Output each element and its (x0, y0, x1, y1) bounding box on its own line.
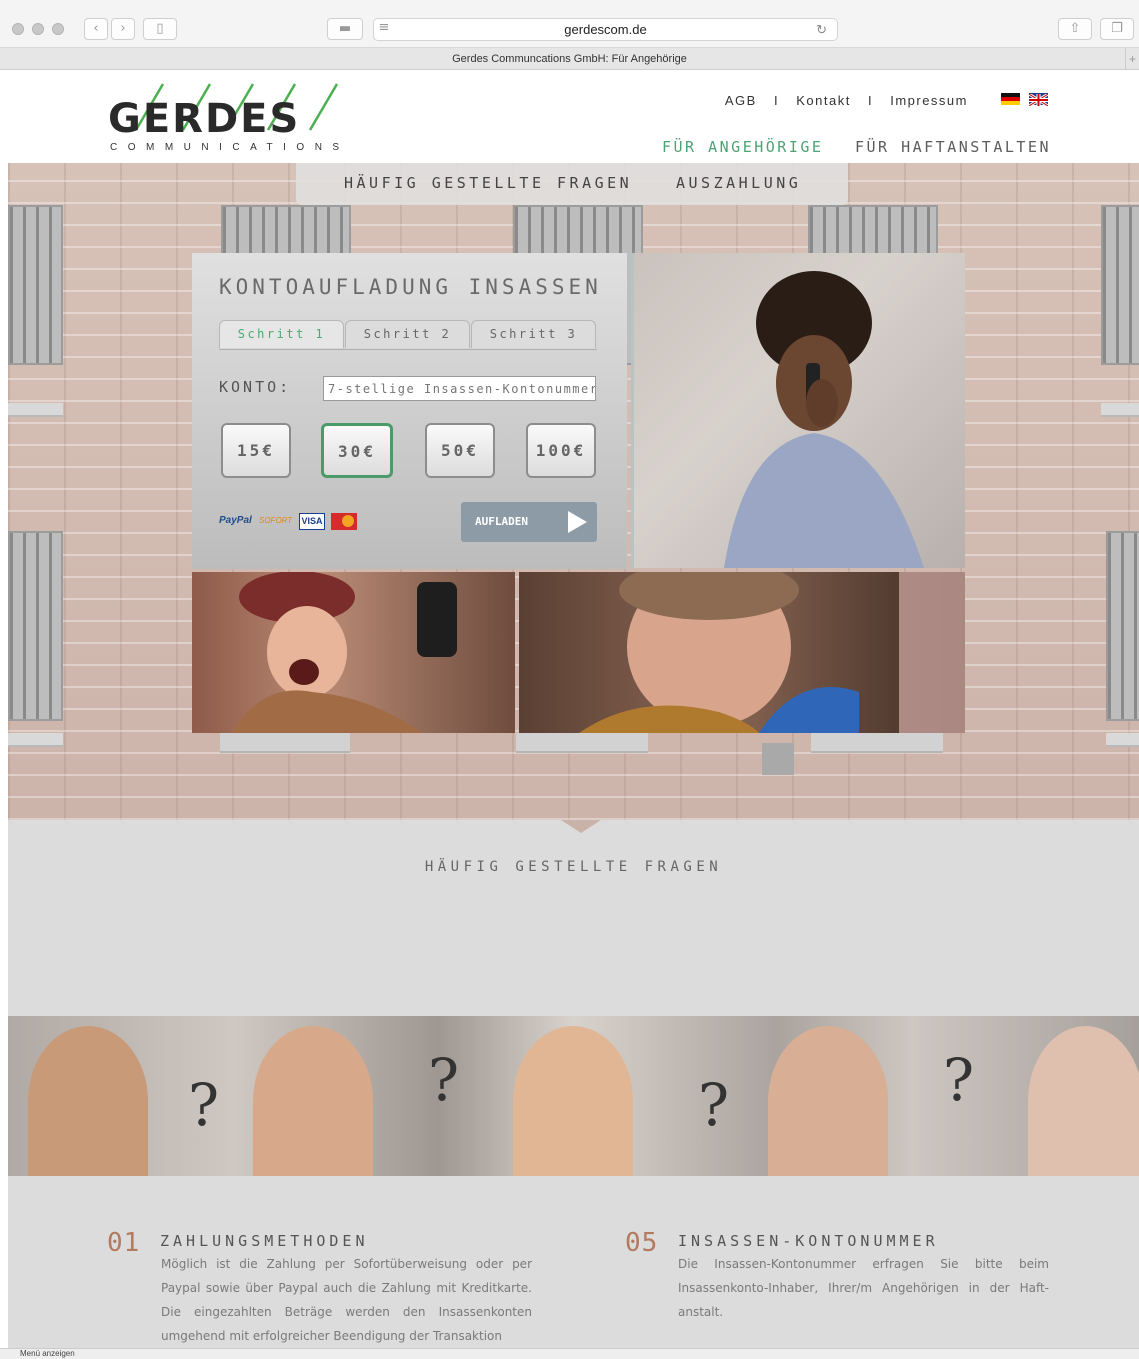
site-header: GERDES COMMUNICATIONS AGB I Kontakt I Im… (8, 70, 1139, 163)
visa-logo: VISA (299, 513, 325, 530)
tabs-overview-icon[interactable]: ❐ (1100, 18, 1134, 40)
faq-text: Möglich ist die Zahlung per Sofortüberwe… (161, 1257, 532, 1343)
nav-fuer-haftanstalten[interactable]: FÜR HAFTANSTALTEN (855, 138, 1051, 156)
uk-flag-icon[interactable] (1028, 92, 1049, 108)
sub-nav: HÄUFIG GESTELLTE FRAGEN AUSZAHLUNG (296, 163, 848, 205)
amount-50-button[interactable]: 50€ (425, 423, 495, 478)
elderly-woman-photo (519, 572, 965, 733)
faq-heading: HÄUFIG GESTELLTE FRAGEN (424, 859, 723, 875)
man-on-phone-photo (631, 253, 965, 568)
nav-fuer-angehoerige[interactable]: FÜR ANGEHÖRIGE (662, 138, 823, 156)
tab-schritt-1[interactable]: Schritt 1 (219, 320, 344, 348)
link-separator: I (867, 93, 874, 108)
faq-number: 05 (625, 1228, 659, 1258)
sidebar-icon[interactable]: ▯ (143, 18, 177, 40)
faq-title[interactable]: INSASSEN-KONTONUMMER (678, 1232, 939, 1250)
face-old-man (1028, 1026, 1139, 1176)
building-window (1101, 205, 1139, 365)
tab-schritt-3[interactable]: Schritt 3 (471, 320, 596, 348)
amount-100-button[interactable]: 100€ (526, 423, 596, 478)
scroll-indicator[interactable] (762, 743, 794, 775)
german-flag-icon[interactable] (1001, 93, 1020, 105)
gerdes-logo[interactable]: GERDES COMMUNICATIONS (108, 82, 348, 154)
question-mark-icon: ? (698, 1071, 730, 1139)
amount-30-button[interactable]: 30€ (321, 423, 393, 478)
browser-toolbar: ‹ › ▯ ▬ ≡ gerdescom.de ↻ ⇧ ❐ (0, 0, 1139, 48)
share-icon[interactable]: ⇧ (1058, 18, 1092, 40)
faces-banner: ? ? ? ? (8, 1016, 1139, 1176)
window-sill (8, 403, 63, 417)
topup-panel: KONTOAUFLADUNG INSASSEN Schritt 1 Schrit… (192, 253, 627, 569)
subnav-auszahlung[interactable]: AUSZAHLUNG (676, 174, 801, 192)
building-window (8, 531, 63, 721)
paypal-logo: PayPal (219, 515, 252, 526)
window-sill (1101, 403, 1139, 417)
window-sill (811, 733, 943, 753)
face-man (253, 1026, 373, 1176)
faq-title[interactable]: ZAHLUNGSMETHODEN (160, 1232, 369, 1250)
faq-number: 01 (107, 1228, 141, 1258)
woman-selfie-photo (192, 572, 515, 733)
close-window-button[interactable] (12, 23, 24, 35)
face-woman (28, 1026, 148, 1176)
question-mark-icon: ? (943, 1046, 975, 1114)
window-sill (8, 733, 63, 747)
sofort-logo: SOFORT (259, 516, 293, 525)
hero-section: HÄUFIG GESTELLTE FRAGEN AUSZAHLUNG KONTO… (8, 163, 1139, 820)
logo-subtitle: COMMUNICATIONS (110, 142, 350, 153)
main-nav: FÜR ANGEHÖRIGE FÜR HAFTANSTALTEN (662, 138, 1051, 156)
building-window (8, 205, 63, 365)
minimize-window-button[interactable] (32, 23, 44, 35)
window-sill (220, 733, 350, 753)
forward-icon[interactable]: › (111, 18, 135, 40)
logo-word: GERDES (108, 96, 301, 142)
faq-list: 01 ZAHLUNGSMETHODEN Möglich ist die Zahl… (8, 1176, 1139, 1348)
new-tab-button[interactable]: + (1125, 48, 1139, 70)
agb-link[interactable]: AGB (725, 93, 757, 108)
aufladen-button[interactable]: AUFLADEN (461, 502, 597, 542)
mastercard-logo (331, 513, 357, 530)
faq-section: HÄUFIG GESTELLTE FRAGEN (8, 820, 1139, 1016)
question-mark-icon: ? (188, 1071, 220, 1139)
print-icon[interactable]: ▬ (327, 18, 363, 40)
konto-label: KONTO: (219, 378, 292, 396)
window-sill (1106, 733, 1139, 747)
play-icon (568, 511, 587, 533)
top-links: AGB I Kontakt I Impressum (719, 93, 974, 108)
status-bar: Menü anzeigen (0, 1348, 1139, 1359)
building-window (1106, 531, 1139, 721)
window-sill (516, 733, 648, 753)
reader-icon[interactable]: ≡ (373, 18, 395, 40)
section-notch (561, 820, 601, 833)
konto-input[interactable] (323, 376, 596, 401)
link-separator: I (773, 93, 780, 108)
kontakt-link[interactable]: Kontakt (796, 93, 851, 108)
tab-schritt-2[interactable]: Schritt 2 (345, 320, 470, 348)
back-icon[interactable]: ‹ (84, 18, 108, 40)
reload-icon[interactable]: ↻ (816, 19, 827, 40)
step-tabs: Schritt 1 Schritt 2 Schritt 3 (219, 320, 597, 350)
faq-text: Die Insassen-Kontonummer erfragen Sie bi… (678, 1257, 1049, 1319)
question-mark-icon: ? (428, 1046, 460, 1114)
panel-title: KONTOAUFLADUNG INSASSEN (219, 275, 602, 299)
impressum-link[interactable]: Impressum (890, 93, 968, 108)
face-blonde-woman (513, 1026, 633, 1176)
aufladen-label: AUFLADEN (475, 515, 528, 528)
face-man-glasses (768, 1026, 888, 1176)
amount-15-button[interactable]: 15€ (221, 423, 291, 478)
subnav-faq[interactable]: HÄUFIG GESTELLTE FRAGEN (344, 174, 632, 192)
url-text: gerdescom.de (564, 22, 647, 37)
address-bar[interactable]: gerdescom.de ↻ (373, 18, 838, 41)
zoom-window-button[interactable] (52, 23, 64, 35)
tab-title[interactable]: Gerdes Communcations GmbH: Für Angehörig… (0, 48, 1139, 70)
